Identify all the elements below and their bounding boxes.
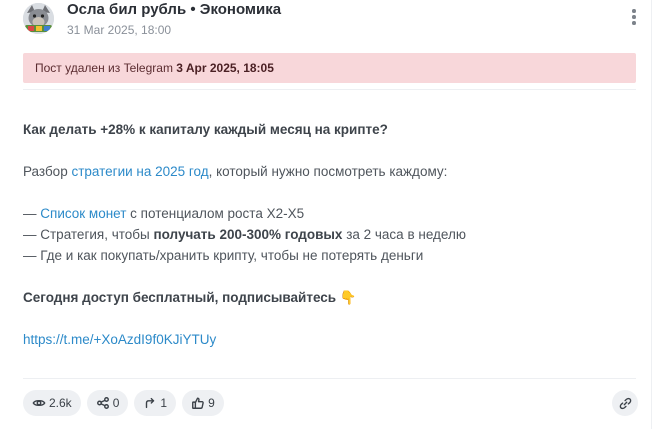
call-to-action: Сегодня доступ бесплатный, подписывайтес… (23, 287, 633, 308)
list-item: — Где и как покупать/хранить крипту, что… (23, 248, 424, 263)
forwards-count: 1 (160, 396, 168, 410)
post-date: 31 Mar 2025, 18:00 (67, 23, 172, 37)
text-segment: , который нужно посмотреть каждому: (208, 164, 448, 179)
forwards-counter[interactable]: 1 (134, 390, 177, 416)
thumbs-up-icon (192, 397, 204, 409)
post-card: Осла бил рубль • Экономика 31 Mar 2025, … (0, 0, 656, 429)
coin-list-link[interactable]: Список монет (40, 206, 126, 221)
likes-counter[interactable]: 9 (182, 390, 224, 416)
text-segment: за 2 часа в неделю (342, 227, 466, 242)
shares-counter[interactable]: 0 (86, 390, 129, 416)
deleted-notice-banner: Пост удален из Telegram 3 Apr 2025, 18:0… (23, 53, 636, 83)
bold-segment: получать 200-300% годовых (153, 227, 343, 242)
text-segment: — Стратегия, чтобы (23, 227, 154, 242)
post-stats: 2.6k 0 1 9 (23, 390, 224, 416)
share-nodes-icon (96, 397, 109, 409)
cta-text: Сегодня доступ бесплатный, подписывайтес… (23, 290, 357, 305)
channel-avatar[interactable] (23, 3, 54, 34)
post-headline: Как делать +28% к капиталу каждый месяц … (23, 119, 633, 140)
card-border (651, 0, 652, 429)
views-count: 2.6k (49, 396, 72, 410)
text-segment: с потенциалом роста Х2-Х5 (126, 206, 305, 221)
list-item: — Стратегия, чтобы получать 200-300% год… (23, 224, 633, 245)
views-counter[interactable]: 2.6k (23, 390, 81, 416)
strategy-link[interactable]: стратегии на 2025 год (71, 164, 208, 179)
text-segment: — (23, 206, 41, 221)
footer-divider (23, 378, 636, 379)
shares-count: 0 (112, 396, 120, 410)
eye-icon (32, 400, 46, 406)
avatar-image (23, 3, 54, 34)
channel-title[interactable]: Осла бил рубль • Экономика (67, 1, 281, 18)
more-vertical-icon[interactable] (627, 7, 641, 27)
copy-link-button[interactable] (612, 390, 638, 416)
header-divider (23, 89, 636, 90)
post-body: Как делать +28% к капиталу каждый месяц … (23, 119, 633, 350)
list-item: — Список монет с потенциалом роста Х2-Х5 (23, 203, 633, 224)
forward-arrow-icon (146, 397, 155, 409)
deleted-notice-date: 3 Apr 2025, 18:05 (176, 61, 274, 75)
post-url-line: https://t.me/+XoAzdI9f0KJiYTUy (23, 329, 633, 350)
text-segment: Разбор (23, 164, 72, 179)
telegram-invite-link[interactable]: https://t.me/+XoAzdI9f0KJiYTUy (23, 332, 216, 347)
deleted-notice-text: Пост удален из Telegram (35, 61, 177, 75)
headline-text: Как делать +28% к капиталу каждый месяц … (23, 122, 388, 137)
post-paragraph: Разбор стратегии на 2025 год, который ну… (23, 161, 633, 182)
likes-count: 9 (208, 396, 215, 410)
link-icon (619, 397, 631, 409)
